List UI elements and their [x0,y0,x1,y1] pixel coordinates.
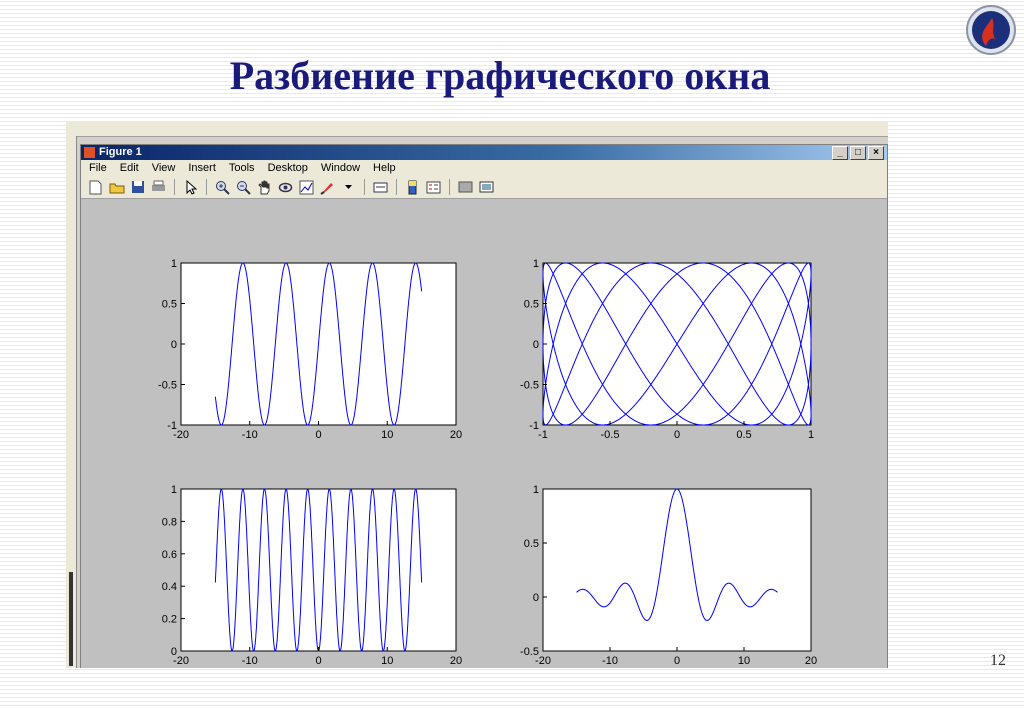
show-plot-tools-icon[interactable] [478,179,495,196]
edit-plot-arrow-icon[interactable] [182,179,199,196]
axes-box-3 [180,488,457,652]
menu-help[interactable]: Help [373,160,396,176]
brush-icon[interactable] [319,179,336,196]
save-icon[interactable] [129,179,146,196]
y-tick-label: 0 [533,339,539,351]
x-tick-label: 0 [315,429,321,441]
y-tick-label: 0.2 [162,614,177,626]
x-tick-label: 10 [381,655,393,667]
y-tick-label: -0.5 [520,646,539,658]
y-tick-label: -0.5 [520,380,539,392]
x-tick-label: 0 [315,655,321,667]
toolbar-separator [174,179,175,195]
y-tick-label: -1 [529,420,539,432]
hide-plot-tools-icon[interactable] [457,179,474,196]
pan-hand-icon[interactable] [256,179,273,196]
y-tick-label: 1 [171,484,177,496]
x-tick-label: 1 [808,429,814,441]
x-tick-label: 10 [738,655,750,667]
x-tick-label: 0 [674,655,680,667]
y-tick-label: 1 [533,484,539,496]
logo-icon [966,5,1016,55]
toolbar-separator [396,179,397,195]
y-tick-label: 0.5 [162,299,177,311]
slide-title: Разбиение графического окна [229,53,771,98]
close-button[interactable]: × [868,146,884,160]
y-tick-label: -0.5 [158,380,177,392]
minimize-button[interactable]: _ [832,146,848,160]
y-tick-label: 0.8 [162,516,177,528]
y-tick-label: 1 [533,258,539,270]
zoom-in-icon[interactable] [214,179,231,196]
colorbar-icon[interactable] [404,179,421,196]
toolbar-separator [206,179,207,195]
x-tick-label: -10 [602,655,618,667]
rotate-3d-icon[interactable] [277,179,294,196]
figure-window: Figure 1 _ □ × File Edit View Insert Too… [80,144,888,668]
x-tick-label: 0.5 [736,429,751,441]
left-scrollbar[interactable] [66,136,77,668]
figure-toolbar [81,176,887,199]
link-icon[interactable] [372,179,389,196]
x-tick-label: 20 [805,655,817,667]
zoom-out-icon[interactable] [235,179,252,196]
matlab-screenshot: Figure 1 _ □ × File Edit View Insert Too… [66,122,888,668]
toolbar-separator [364,179,365,195]
y-tick-label: 0 [171,339,177,351]
maximize-button[interactable]: □ [850,146,866,160]
axes-box-4 [542,488,812,652]
page-number: 12 [990,652,1006,669]
legend-icon[interactable] [425,179,442,196]
x-tick-label: 0 [674,429,680,441]
figure-canvas[interactable]: -20 -10 0 10 20 1 0.5 0 -0.5 -1 -1 -0.5 0 0.5 1 1 0.5 0 -0… [81,200,887,668]
y-tick-label: 0.5 [524,299,539,311]
x-tick-label: 10 [381,429,393,441]
y-tick-label: 1 [171,258,177,270]
background-toolbar-strip [66,122,888,137]
menu-edit[interactable]: Edit [120,160,139,176]
x-tick-label: -10 [242,429,258,441]
window-title: Figure 1 [99,146,142,158]
y-tick-label: 0 [533,592,539,604]
menu-window[interactable]: Window [321,160,360,176]
y-tick-label: 0 [171,646,177,658]
dropdown-arrow-icon[interactable] [340,179,357,196]
print-icon[interactable] [150,179,167,196]
data-cursor-icon[interactable] [298,179,315,196]
new-figure-icon[interactable] [87,179,104,196]
figure-window-icon [84,147,95,158]
y-tick-label: 0.5 [524,538,539,550]
x-tick-label: -10 [242,655,258,667]
subplots: -20 -10 0 10 2010.50-0.5-1-1 -0.5 0 0.5 110.50-0… [158,258,817,667]
open-file-icon[interactable] [108,179,125,196]
menu-insert[interactable]: Insert [188,160,216,176]
menu-tools[interactable]: Tools [229,160,255,176]
menu-desktop[interactable]: Desktop [268,160,308,176]
x-tick-label: 20 [450,429,462,441]
y-tick-label: 0.6 [162,549,177,561]
menu-file[interactable]: File [89,160,107,176]
window-titlebar[interactable]: Figure 1 _ □ × [81,145,887,160]
x-tick-label: -0.5 [601,429,620,441]
x-tick-label: -1 [538,429,548,441]
menu-view[interactable]: View [152,160,176,176]
toolbar-separator [449,179,450,195]
menu-bar: File Edit View Insert Tools Desktop Wind… [81,160,887,176]
x-tick-label: 20 [450,655,462,667]
y-tick-label: -1 [167,420,177,432]
y-tick-label: 0.4 [162,581,177,593]
